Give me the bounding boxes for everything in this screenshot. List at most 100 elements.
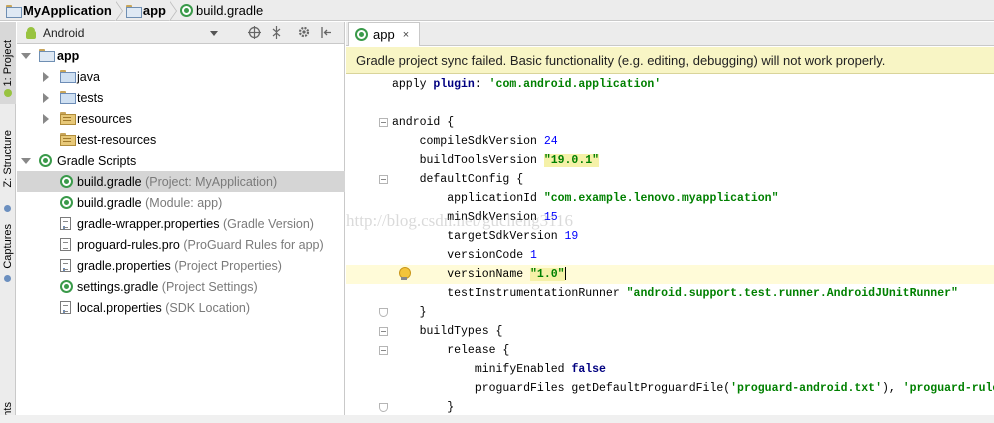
code-token: 24 [543, 135, 558, 148]
breadcrumb-label: MyApplication [23, 2, 112, 18]
code-line: compileSdkVersion 24 [392, 132, 558, 151]
tree-item-label: java [77, 70, 100, 84]
chevron-right-icon[interactable] [43, 114, 49, 124]
tree-item-name: proguard-rules.pro [77, 237, 180, 252]
code-token: compileSdkVersion [392, 135, 544, 148]
project-tool-tab-label: 1: Project [2, 39, 14, 87]
file-icon [60, 238, 71, 251]
editor-tab-app[interactable]: app × [348, 22, 420, 46]
editor-tab-bar: app × [346, 22, 994, 46]
code-token: 15 [543, 211, 558, 224]
code-line: minSdkVersion 15 [392, 208, 558, 227]
tree-item-name: test-resources [77, 132, 157, 147]
properties-file-icon [60, 259, 71, 272]
tree-item[interactable]: gradle-wrapper.properties (Gradle Versio… [17, 213, 345, 234]
structure-tool-tab-label: Z: Structure [2, 130, 14, 188]
chevron-down-icon[interactable] [21, 158, 31, 164]
code-token: release { [392, 344, 510, 357]
code-token: buildToolsVersion [392, 154, 544, 167]
tree-item-name: gradle.properties [77, 258, 171, 273]
code-token: plugin [433, 78, 475, 91]
breadcrumb-label: app [142, 2, 166, 18]
tree-item-label: gradle.properties (Project Properties) [77, 259, 282, 273]
code-editor[interactable]: apply plugin: 'com.android.application' a… [346, 74, 994, 423]
tree-item-hint: (Gradle Version) [222, 216, 314, 231]
fold-marker-icon[interactable] [379, 403, 388, 412]
project-view-selector[interactable]: Android [43, 26, 84, 40]
captures-tool-tab[interactable]: Captures [0, 214, 16, 278]
code-line: buildToolsVersion "19.0.1" [392, 151, 600, 170]
code-token: minifyEnabled [392, 363, 572, 376]
tree-item[interactable]: java [17, 66, 345, 87]
code-token: false [571, 363, 606, 376]
code-line: apply plugin: 'com.android.application' [392, 75, 661, 94]
code-line: minifyEnabled false [392, 360, 606, 379]
breadcrumb-item[interactable]: build.gradle [178, 0, 267, 21]
breadcrumb-item[interactable]: app [124, 0, 170, 21]
tree-item-hint: (SDK Location) [165, 300, 251, 315]
structure-tool-tab[interactable]: Z: Structure [0, 118, 16, 200]
tree-item[interactable]: tests [17, 87, 345, 108]
close-icon[interactable]: × [403, 29, 409, 41]
tree-item[interactable]: resources [17, 108, 345, 129]
tree-item[interactable]: proguard-rules.pro (ProGuard Rules for a… [17, 234, 345, 255]
breadcrumb-item[interactable]: MyApplication [4, 0, 116, 21]
fold-marker-icon[interactable] [379, 346, 388, 355]
tree-item-name: app [57, 48, 80, 63]
code-token: apply [392, 78, 434, 91]
hide-panel-icon[interactable] [319, 25, 333, 39]
fold-marker-icon[interactable] [379, 118, 388, 127]
tree-item[interactable]: app [17, 45, 345, 66]
code-token: proguardFiles getDefaultProguardFile( [392, 382, 731, 395]
code-token: "com.example.lenovo.myapplication" [543, 192, 779, 205]
resources-folder-icon [60, 133, 76, 146]
horizontal-scrollbar[interactable] [0, 415, 994, 423]
fold-marker-icon[interactable] [379, 308, 388, 317]
code-token: "19.0.1" [543, 154, 600, 167]
chevron-down-icon[interactable] [210, 31, 218, 36]
chevron-right-icon[interactable] [43, 72, 49, 82]
folder-icon [60, 91, 76, 104]
tree-item-name: resources [77, 111, 132, 126]
code-line: targetSdkVersion 19 [392, 227, 578, 246]
code-line: versionName "1.0" [346, 265, 994, 284]
text-caret [564, 267, 566, 281]
chevron-right-icon[interactable] [43, 93, 49, 103]
fold-marker-icon[interactable] [379, 175, 388, 184]
code-token: targetSdkVersion [392, 230, 565, 243]
tree-item-label: local.properties (SDK Location) [77, 301, 250, 315]
code-line: versionCode 1 [392, 246, 537, 265]
navigation-bar: MyApplication app build.gradle [0, 0, 994, 21]
scroll-from-source-icon[interactable] [247, 25, 261, 39]
tree-item[interactable]: settings.gradle (Project Settings) [17, 276, 345, 297]
properties-file-icon [60, 217, 71, 230]
tree-item[interactable]: Gradle Scripts [17, 150, 345, 171]
fold-marker-icon[interactable] [379, 327, 388, 336]
lightbulb-icon[interactable] [398, 267, 411, 281]
collapse-all-icon[interactable] [269, 25, 283, 39]
code-token: versionName [392, 268, 531, 281]
tree-item-name: build.gradle [77, 195, 142, 210]
gear-icon[interactable] [297, 25, 311, 39]
code-token: applicationId [392, 192, 544, 205]
tree-item[interactable]: build.gradle (Project: MyApplication) [17, 171, 345, 192]
chevron-down-icon[interactable] [21, 53, 31, 59]
code-token: } [392, 306, 427, 319]
breadcrumb-label: build.gradle [195, 2, 264, 18]
module-folder-icon [125, 4, 142, 18]
code-line: applicationId "com.example.lenovo.myappl… [392, 189, 778, 208]
tree-item-label: app [57, 49, 79, 63]
tree-item[interactable]: test-resources [17, 129, 345, 150]
breadcrumb-separator [114, 0, 124, 21]
editor-gutter [346, 74, 392, 423]
tree-item-name: build.gradle [77, 174, 142, 189]
code-line: testInstrumentationRunner "android.suppo… [392, 284, 958, 303]
code-line: proguardFiles getDefaultProguardFile('pr… [392, 379, 994, 398]
tree-item-hint: (Project Settings) [161, 279, 258, 294]
tree-item-label: settings.gradle (Project Settings) [77, 280, 258, 294]
tree-item[interactable]: gradle.properties (Project Properties) [17, 255, 345, 276]
sync-failed-banner: Gradle project sync failed. Basic functi… [346, 47, 994, 74]
editor-area: app × Gradle project sync failed. Basic … [346, 22, 994, 423]
tree-item[interactable]: local.properties (SDK Location) [17, 297, 345, 318]
tree-item[interactable]: build.gradle (Module: app) [17, 192, 345, 213]
